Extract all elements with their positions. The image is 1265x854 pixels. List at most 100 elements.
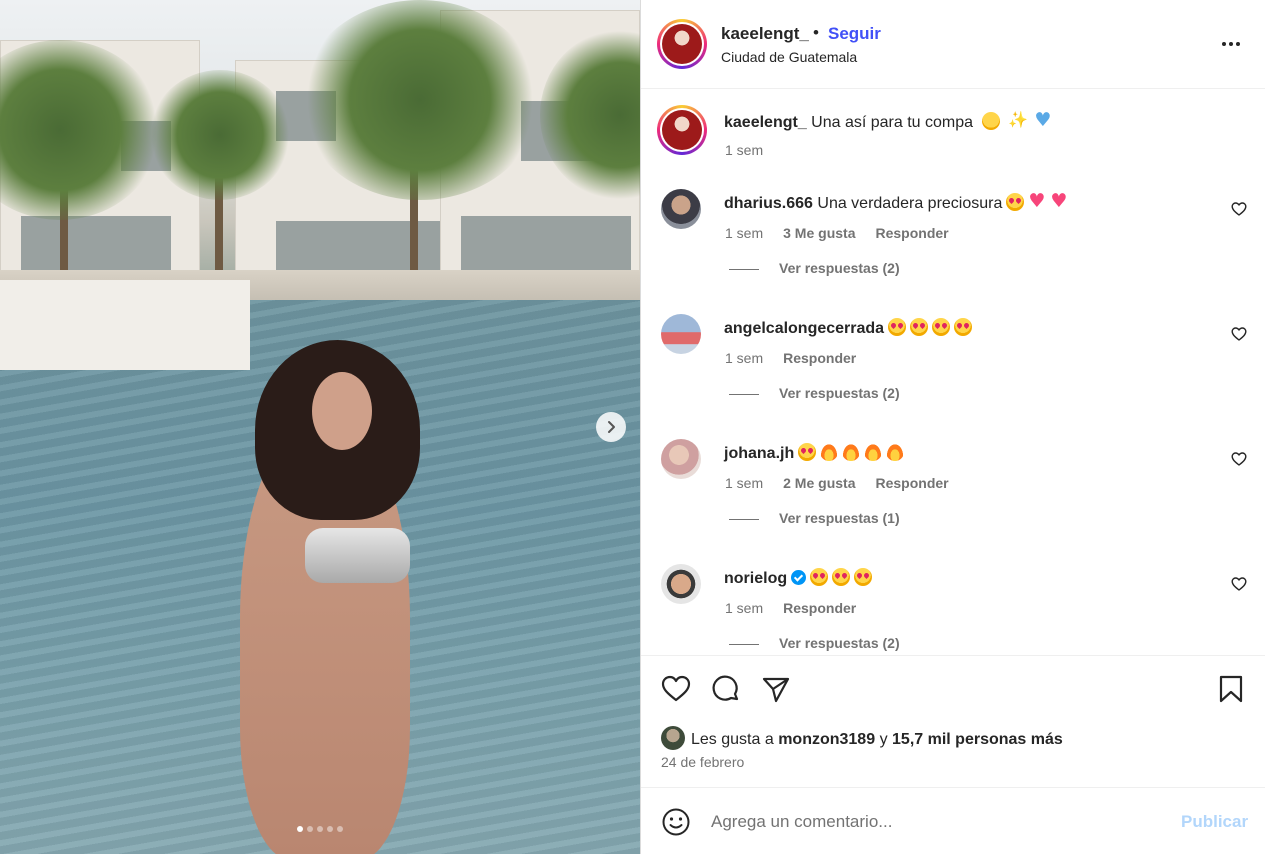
author-avatar[interactable] <box>657 19 707 69</box>
comment-like-heart-icon[interactable] <box>1231 576 1247 592</box>
commenter-avatar[interactable] <box>661 439 701 479</box>
fire-icon <box>886 443 905 461</box>
share-icon[interactable] <box>761 674 791 704</box>
avatar-photo <box>662 24 702 64</box>
comment-meta: 1 sem 2 Me gusta Responder <box>725 475 969 491</box>
smiling-blush-icon <box>981 112 1000 130</box>
comment-input[interactable] <box>711 808 1161 836</box>
chevron-right-icon <box>608 421 615 433</box>
comment-time[interactable]: 1 sem <box>725 475 763 491</box>
view-replies-button[interactable]: Ver respuestas (2) <box>729 635 900 651</box>
post-sidebar: kaeelengt_ • Seguir Ciudad de Guatemala … <box>640 0 1265 854</box>
verified-badge-icon <box>791 570 807 585</box>
more-dot <box>1229 42 1233 46</box>
heart-eyes-icon <box>832 568 851 586</box>
heart-eyes-icon <box>954 318 973 336</box>
like-icon[interactable] <box>661 674 691 704</box>
post-dialog: kaeelengt_ • Seguir Ciudad de Guatemala … <box>0 0 1265 854</box>
pink-heart-icon <box>1050 190 1068 212</box>
commenter-avatar[interactable] <box>661 314 701 354</box>
heart-eyes-icon <box>810 568 829 586</box>
comment-time[interactable]: 1 sem <box>725 225 763 241</box>
liker-username[interactable]: monzon3189 <box>778 731 875 748</box>
caption-time[interactable]: 1 sem <box>725 142 763 158</box>
commenter-username[interactable]: dharius.666 <box>724 195 813 212</box>
view-replies-button[interactable]: Ver respuestas (2) <box>729 260 900 276</box>
commenter-avatar[interactable] <box>661 564 701 604</box>
header-separator: • <box>813 23 819 42</box>
commenter-username[interactable]: norielog <box>724 570 787 587</box>
publish-button[interactable]: Publicar <box>1181 812 1248 832</box>
blue-heart-icon <box>1034 109 1052 131</box>
palm-tree <box>300 0 540 200</box>
comment-time[interactable]: 1 sem <box>725 600 763 616</box>
comment-text: norielog <box>724 568 873 588</box>
comments-list[interactable]: kaeelengt_ Una así para tu compa 1 sem d… <box>641 89 1265 655</box>
caption-body: Una así para tu compa <box>811 114 974 131</box>
comment-composer: Publicar <box>641 787 1265 854</box>
commenter-username[interactable]: johana.jh <box>724 445 794 462</box>
heart-eyes-icon <box>854 568 873 586</box>
comment-text: dharius.666 Una verdadera preciosura <box>724 190 1068 213</box>
comment-icon[interactable] <box>711 674 741 704</box>
fire-icon <box>842 443 861 461</box>
heart-eyes-icon <box>888 318 907 336</box>
reply-button[interactable]: Responder <box>783 350 856 366</box>
likes-joiner: y <box>879 731 888 748</box>
person-face <box>312 372 372 450</box>
likes-prefix: Les gusta a <box>691 731 774 748</box>
comment-like-count[interactable]: 2 Me gusta <box>783 475 855 491</box>
caption-text: kaeelengt_ Una así para tu compa <box>724 109 1052 132</box>
caption-username[interactable]: kaeelengt_ <box>724 114 807 131</box>
view-replies-button[interactable]: Ver respuestas (1) <box>729 510 900 526</box>
likes-others[interactable]: 15,7 mil personas más <box>892 731 1063 748</box>
comment-like-heart-icon[interactable] <box>1231 326 1247 342</box>
caption-meta: 1 sem <box>725 142 783 158</box>
palm-tree <box>150 70 290 200</box>
liker-avatar <box>661 726 685 750</box>
sparkles-icon <box>1008 110 1028 130</box>
carousel-dot <box>337 826 343 832</box>
comment-body: Una verdadera preciosura <box>812 195 1003 212</box>
caption-avatar[interactable] <box>657 105 707 155</box>
heart-eyes-icon <box>910 318 929 336</box>
avatar-photo <box>662 110 702 150</box>
comment-like-count[interactable]: 3 Me gusta <box>783 225 855 241</box>
heart-eyes-icon <box>798 443 817 461</box>
comment-like-heart-icon[interactable] <box>1231 201 1247 217</box>
more-options-button[interactable] <box>1217 32 1245 56</box>
carousel-dot <box>307 826 313 832</box>
heart-eyes-icon <box>932 318 951 336</box>
emoji-icon[interactable] <box>661 807 691 837</box>
more-horizontal-icon <box>1222 42 1226 46</box>
comment-text: johana.jh <box>724 443 905 463</box>
more-dot <box>1236 42 1240 46</box>
carousel-dot <box>317 826 323 832</box>
person-swimsuit <box>305 528 410 583</box>
comment-like-heart-icon[interactable] <box>1231 451 1247 467</box>
pink-heart-icon <box>1028 190 1046 212</box>
comment-text: angelcalongecerrada <box>724 318 973 338</box>
comment-time[interactable]: 1 sem <box>725 350 763 366</box>
reply-button[interactable]: Responder <box>875 225 948 241</box>
commenter-avatar[interactable] <box>661 189 701 229</box>
action-bar: Les gusta a monzon3189 y 15,7 mil person… <box>641 655 1265 787</box>
post-header: kaeelengt_ • Seguir Ciudad de Guatemala <box>641 0 1265 89</box>
heart-eyes-icon <box>1006 193 1025 211</box>
comment-meta: 1 sem 3 Me gusta Responder <box>725 225 969 241</box>
location-link[interactable]: Ciudad de Guatemala <box>721 49 857 65</box>
fire-icon <box>864 443 883 461</box>
reply-button[interactable]: Responder <box>783 600 856 616</box>
poolside-ledge <box>0 280 250 370</box>
carousel-next-button[interactable] <box>596 412 626 442</box>
save-icon[interactable] <box>1216 674 1246 704</box>
author-username[interactable]: kaeelengt_ <box>721 24 809 44</box>
view-replies-button[interactable]: Ver respuestas (2) <box>729 385 900 401</box>
carousel-indicator <box>0 826 640 832</box>
reply-button[interactable]: Responder <box>875 475 948 491</box>
follow-button[interactable]: Seguir <box>828 24 881 44</box>
likes-summary[interactable]: Les gusta a monzon3189 y 15,7 mil person… <box>661 726 1063 750</box>
post-media[interactable] <box>0 0 640 854</box>
commenter-username[interactable]: angelcalongecerrada <box>724 320 884 337</box>
post-date[interactable]: 24 de febrero <box>661 754 744 770</box>
